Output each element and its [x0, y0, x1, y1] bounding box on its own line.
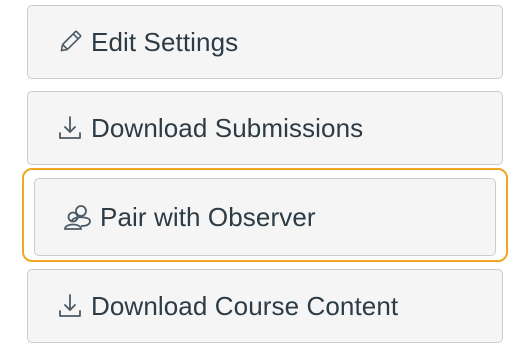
pair-with-observer-label: Pair with Observer [100, 201, 316, 232]
download-course-content-button[interactable]: Download Course Content [27, 269, 503, 343]
user-group-icon [62, 201, 94, 233]
edit-settings-label: Edit Settings [91, 26, 239, 57]
download-icon [55, 113, 85, 143]
download-course-content-label: Download Course Content [91, 290, 399, 321]
download-submissions-button[interactable]: Download Submissions [27, 91, 503, 165]
pencil-icon [55, 27, 85, 57]
download-icon [55, 291, 85, 321]
edit-settings-button[interactable]: Edit Settings [27, 5, 503, 79]
download-submissions-label: Download Submissions [91, 112, 364, 143]
pair-with-observer-button[interactable]: Pair with Observer [34, 178, 496, 256]
